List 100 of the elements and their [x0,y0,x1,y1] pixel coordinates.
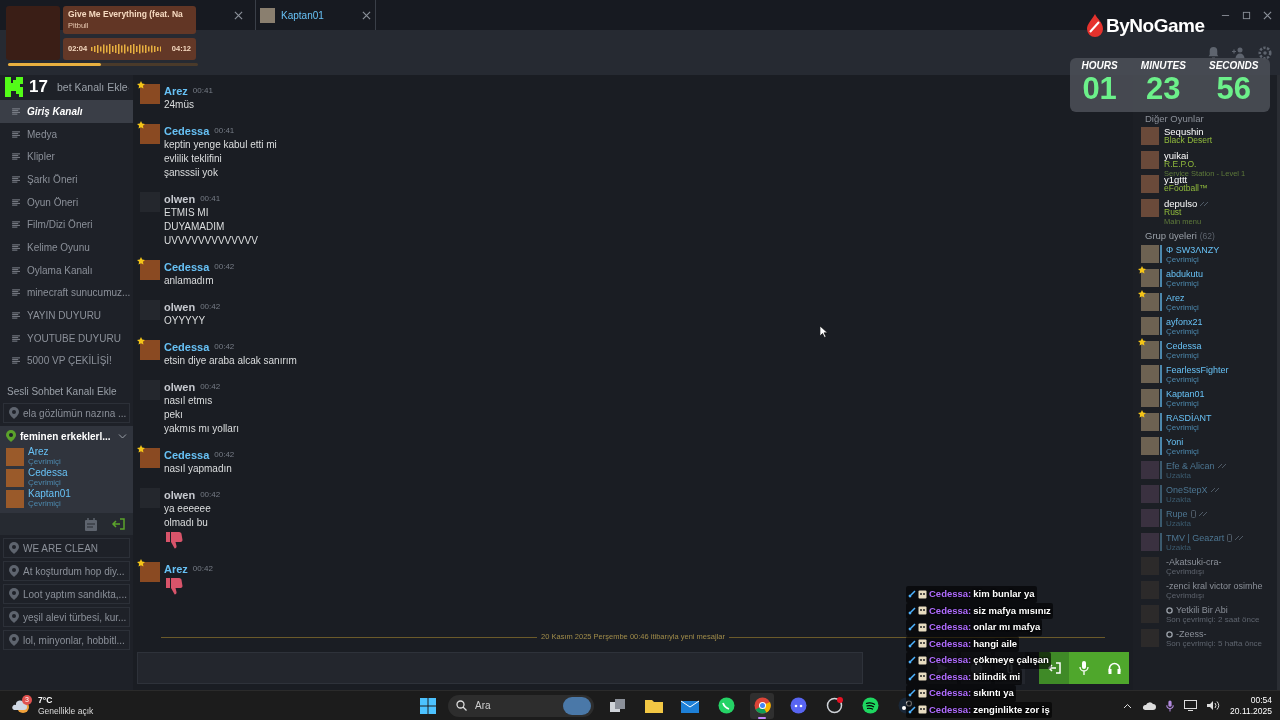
voice-channel[interactable]: lol, minyonlar, hobbitl... [3,630,130,651]
channel-icon [12,198,21,206]
member-name[interactable]: Sequshin [1164,127,1204,136]
clock-date[interactable]: 20.11.2025 [1230,705,1272,717]
section-header[interactable]: Diğer Oyunlar [1141,112,1277,126]
headset-button[interactable] [1099,652,1129,684]
text-channel[interactable]: Klipler [0,145,133,169]
text-channel[interactable]: YAYIN DUYURU [0,304,133,327]
member-name[interactable]: -Zeess- [1176,629,1207,639]
member-name[interactable]: Efe & Alican [1166,461,1215,471]
voice-channel-icon [6,430,16,443]
author-name[interactable]: Cedessa [164,338,210,356]
add-user-icon[interactable] [1232,46,1246,59]
star-icon [137,445,145,453]
avatar [6,447,24,466]
member-name[interactable]: FearlessFighter [1166,365,1229,375]
member-name[interactable]: ayfonx21 [1166,317,1203,327]
voice-channel[interactable]: ela gözlümün nazına ... [3,403,130,424]
voice-channel[interactable]: WE ARE CLEAN [3,538,130,559]
member-name[interactable]: Arez [1166,293,1185,303]
text-channel[interactable]: Şarkı Öneri [0,168,133,191]
member-name[interactable]: Yoni [1166,437,1184,447]
member-name[interactable]: Kaptan01 [28,488,71,499]
timer-value: 23 [1146,73,1181,104]
mail-icon[interactable] [681,698,699,713]
music-app-icon[interactable] [861,697,879,714]
voice-channel[interactable]: Loot yaptım sandıkta,... [3,584,130,605]
text-channel[interactable]: Medya [0,122,133,146]
settings-icon[interactable] [1258,45,1272,60]
section-header[interactable]: Grup üyeleri [1145,228,1197,244]
microphone-icon[interactable] [1166,699,1175,712]
chat-bubble-icon[interactable] [717,697,735,714]
voice-header[interactable]: Sesli Sohbet Kanalı Ekle [0,381,133,402]
temperature[interactable]: 7°C [38,694,94,706]
member-name[interactable]: depulso [1164,199,1198,208]
voice-channel[interactable]: yeşil alevi türbesi, kur... [3,607,130,628]
game-controller-icon[interactable] [789,697,807,714]
weather-condition[interactable]: Genellikle açık [38,705,94,717]
member-name[interactable]: Arez [28,446,61,457]
author-name[interactable]: olwen [164,486,196,504]
close-icon[interactable] [362,10,371,20]
member-name[interactable]: abdukutu [1166,269,1204,279]
close-icon[interactable] [234,10,243,20]
calendar-icon[interactable] [85,517,97,531]
text-channel[interactable]: Kelime Oyunu [0,236,133,259]
text-channel[interactable]: Oyun Öneri [0,190,133,214]
author-name[interactable]: Arez [164,560,188,578]
author-name[interactable]: Cedessa [164,122,210,140]
member-name[interactable]: Yetkili Bir Abi [1176,605,1228,615]
speaker-icon[interactable] [1207,700,1221,711]
author-name[interactable]: olwen [164,298,196,316]
search-field[interactable]: Ara [448,694,594,717]
folder-icon[interactable] [645,698,663,713]
avatar [1141,509,1159,527]
task-view-icon[interactable] [610,698,626,713]
voice-channel[interactable]: At koşturdum hop diy... [3,561,130,582]
game-name: Black Desert [1164,136,1213,145]
clock-time[interactable]: 00:54 [1250,694,1272,706]
member-name[interactable]: OneStepX [1166,485,1208,495]
timestamp: 00:41 [214,125,235,137]
member-name[interactable]: yuikai [1164,151,1189,160]
sword-icon [908,672,916,681]
monitor-icon[interactable] [1184,700,1198,711]
text-channel[interactable]: Film/Dizi Öneri [0,213,133,237]
text-channel[interactable]: 5000 VP ÇEKİLİŞİ! [0,349,133,373]
member-name[interactable]: -zenci kral victor osimhe [1166,581,1263,591]
author-name[interactable]: Cedessa [164,258,210,276]
author-name[interactable]: olwen [164,190,196,208]
author-name[interactable]: Arez [164,82,188,100]
search-icon [456,700,467,711]
windows-start-icon[interactable] [420,697,436,714]
cloud-icon[interactable] [1142,701,1157,710]
author-name[interactable]: Cedessa [164,446,210,464]
text-channel[interactable]: Oylama Kanalı [0,258,133,282]
member-name[interactable]: Rupe [1166,509,1188,519]
voice-channel[interactable]: feminen erkeklerl... [0,426,133,447]
browser-icon[interactable] [753,697,771,714]
app-icon[interactable] [825,697,843,714]
member-name[interactable]: -Akatsuki-cra- [1166,557,1222,567]
member-name[interactable]: Cedessa [1166,341,1202,351]
member-status: Uzakta [1166,471,1192,481]
author-name[interactable]: olwen [164,378,196,396]
member-name[interactable]: Φ SW3ΛNZY [1166,245,1220,255]
member-name[interactable]: Kaptan01 [1166,389,1205,399]
avatar [1141,317,1159,335]
steam-app-icon[interactable] [897,697,915,714]
maximize-icon[interactable] [1242,10,1251,20]
chevron-up-icon[interactable] [1123,702,1133,709]
member-name[interactable]: Cedessa [28,467,68,478]
member-name[interactable]: y1gttt [1164,175,1188,184]
text-channel[interactable]: YOUTUBE DUYURU [0,326,133,350]
text-channel[interactable]: minecraft sunucumuz... [0,281,133,305]
text-channel[interactable]: Giriş Kanalı [0,100,133,123]
member-name[interactable]: RASDİANT [1166,413,1212,423]
panda-badge-icon [918,639,927,649]
member-name[interactable]: TMV | Geazart [1166,533,1225,543]
exit-icon[interactable] [111,518,125,531]
sidebar-header[interactable]: bet Kanalı Ekle [57,80,128,96]
close-icon[interactable] [1263,10,1272,20]
bell-icon[interactable] [1207,46,1220,59]
